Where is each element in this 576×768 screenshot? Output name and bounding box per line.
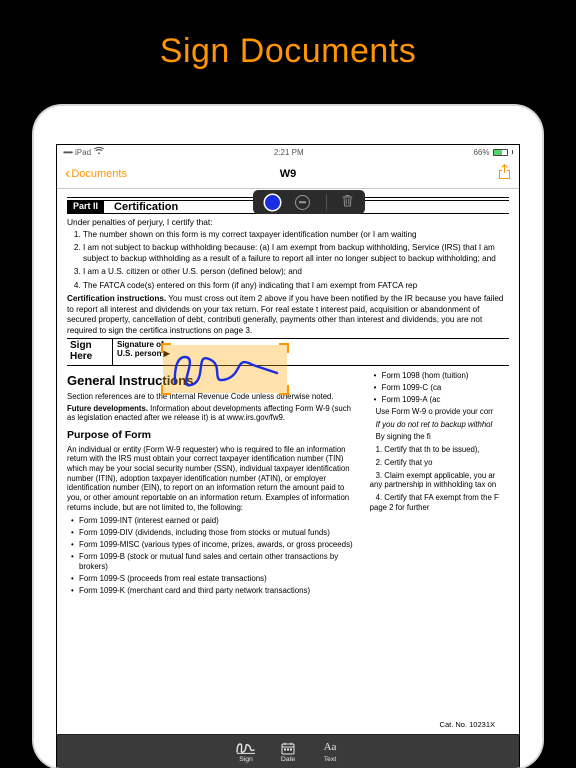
text-label: Text (324, 756, 336, 763)
toolbar-separator (326, 194, 327, 210)
selection-toolbar (253, 190, 365, 214)
text-icon: Aa (309, 742, 351, 755)
part-title: Certification (104, 201, 188, 213)
right-para: Use Form W-9 o provide your corr (370, 407, 509, 417)
wifi-icon (94, 147, 104, 157)
right-para: 1. Certify that th to be issued), (370, 445, 509, 455)
cert-item: The FATCA code(s) entered on this form (… (83, 281, 509, 292)
back-label: Documents (71, 168, 127, 180)
general-instructions-heading: General Instructions (67, 373, 360, 390)
battery-pct: 66% (473, 148, 489, 157)
purpose-heading: Purpose of Form (67, 429, 360, 442)
signature-icon (225, 742, 267, 755)
ipad-frame: iPad 2:21 PM 66% ‹ Documents W9 (34, 106, 542, 768)
right-para: 3. Claim exempt applicable, you ar any p… (370, 471, 509, 490)
carrier-label: iPad (75, 148, 91, 157)
right-column: Form 1098 (hom (tuition) Form 1099-C (ca… (370, 368, 509, 598)
date-button[interactable]: Date (267, 740, 309, 764)
battery-icon (493, 149, 508, 156)
hero-title: Sign Documents (0, 0, 576, 71)
nav-bar: ‹ Documents W9 (57, 159, 519, 189)
share-button[interactable] (498, 164, 511, 183)
list-item: Form 1099-S (proceeds from real estate t… (71, 574, 360, 584)
cert-item: I am not subject to backup withholding b… (83, 243, 509, 264)
list-item: Form 1099-B (stock or mutual fund sales … (71, 552, 360, 572)
form-bullets: Form 1099-INT (interest earned or paid) … (67, 516, 360, 597)
list-item: Form 1098 (hom (tuition) (374, 371, 509, 381)
sign-button[interactable]: Sign (225, 740, 267, 764)
cert-instructions: Certification instructions. You must cro… (67, 294, 509, 336)
signature-of-label: Signature ofU.S. person ▶ (113, 339, 174, 365)
cert-item: The number shown on this form is my corr… (83, 230, 509, 241)
section-ref: Section references are to the Internal R… (67, 392, 360, 402)
sign-here-label: Sign Here (67, 339, 113, 365)
list-item: Form 1099-INT (interest earned or paid) (71, 516, 360, 526)
right-para: If you do not ret to backup withhol (370, 420, 509, 430)
status-bar: iPad 2:21 PM 66% (57, 145, 519, 159)
list-item: Form 1099-MISC (various types of income,… (71, 540, 360, 550)
signal-dots-icon (63, 148, 72, 157)
right-para: By signing the fi (370, 432, 509, 442)
calendar-icon (267, 742, 309, 755)
sign-label: Sign (239, 756, 253, 763)
chevron-left-icon: ‹ (65, 166, 70, 182)
list-item: Form 1099-C (ca (374, 383, 509, 393)
annotation-toolbar: Sign Date Aa Text (57, 734, 519, 768)
list-item: Form 1099-A (ac (374, 395, 509, 405)
list-item: Form 1099-DIV (dividends, including thos… (71, 528, 360, 538)
back-button[interactable]: ‹ Documents (65, 166, 127, 182)
future-developments: Future developments. Information about d… (67, 404, 360, 423)
stroke-style-button[interactable] (295, 195, 310, 210)
right-para: 4. Certify that FA exempt from the F pag… (370, 493, 509, 512)
screen: iPad 2:21 PM 66% ‹ Documents W9 (56, 144, 520, 768)
signature-box: Sign Here Signature ofU.S. person ▶ (67, 338, 509, 366)
status-time: 2:21 PM (274, 148, 304, 157)
cert-item: I am a U.S. citizen or other U.S. person… (83, 267, 509, 278)
cert-intro: Under penalties of perjury, I certify th… (67, 217, 509, 228)
color-swatch-blue[interactable] (265, 195, 280, 210)
purpose-text: An individual or entity (Form W-9 reques… (67, 445, 360, 513)
right-para: 2. Certify that yo (370, 458, 509, 468)
delete-button[interactable] (342, 194, 353, 210)
list-item: Form 1099-K (merchant card and third par… (71, 586, 360, 596)
catalog-number: Cat. No. 10231X (440, 720, 495, 730)
date-label: Date (281, 756, 295, 763)
text-button[interactable]: Aa Text (309, 740, 351, 764)
document-viewport[interactable]: Part II Certification Under penalties of… (57, 189, 519, 768)
part-label: Part II (67, 201, 104, 213)
cert-list: The number shown on this form is my corr… (67, 230, 509, 292)
